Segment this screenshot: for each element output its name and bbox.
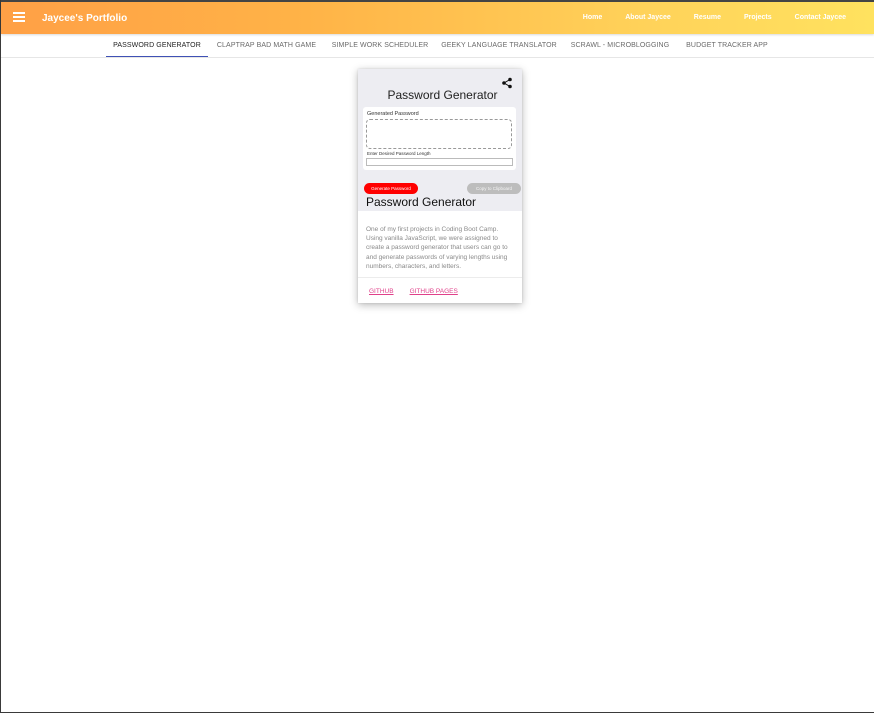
tab-geeky-language-translator[interactable]: GEEKY LANGUAGE TRANSLATOR [439,34,559,57]
password-length-label: Enter Desired Password Length [367,151,431,156]
github-link[interactable]: GITHUB [369,288,394,295]
tab-claptrap-bad-math-game[interactable]: CLAPTRAP BAD MATH GAME [213,34,320,57]
tab-budget-tracker-app[interactable]: BUDGET TRACKER APP [682,34,772,57]
tab-password-generator[interactable]: PASSWORD GENERATOR [106,34,208,57]
preview-heading: Password Generator [387,88,498,102]
copy-to-clipboard-button: Copy to Clipboard [467,183,521,194]
password-length-input [366,158,513,166]
nav-about[interactable]: About Jaycee [625,14,671,21]
top-nav: Home About Jaycee Resume Projects Contac… [560,14,846,21]
project-card: Password Generator Generated Password En… [358,69,522,303]
generated-password-box [366,119,512,149]
brand-title[interactable]: Jaycee's Portfolio [42,13,127,24]
preview-caption: Password Generator [366,195,477,209]
generate-password-button: Generate Password [364,183,418,194]
tab-simple-work-scheduler[interactable]: SIMPLE WORK SCHEDULER [329,34,431,57]
github-pages-link[interactable]: GITHUB PAGES [410,288,458,295]
app-bar: Jaycee's Portfolio Home About Jaycee Res… [1,0,874,34]
nav-resume[interactable]: Resume [694,14,721,21]
project-tabs: PASSWORD GENERATOR CLAPTRAP BAD MATH GAM… [1,34,874,58]
project-preview-image: Password Generator Generated Password En… [358,69,522,211]
card-divider [358,277,522,278]
generated-password-label: Generated Password [367,111,419,117]
preview-form-panel: Generated Password Enter Desired Passwor… [363,107,516,170]
nav-home[interactable]: Home [583,14,602,21]
nav-projects[interactable]: Projects [744,14,772,21]
project-description: One of my first projects in Coding Boot … [366,226,508,270]
card-actions: GITHUB GITHUB PAGES [369,288,458,295]
tab-scrawl-microblogging[interactable]: SCRAWL - MICROBLOGGING [567,34,673,57]
hamburger-menu-icon[interactable] [13,12,25,22]
nav-contact[interactable]: Contact Jaycee [795,14,846,21]
